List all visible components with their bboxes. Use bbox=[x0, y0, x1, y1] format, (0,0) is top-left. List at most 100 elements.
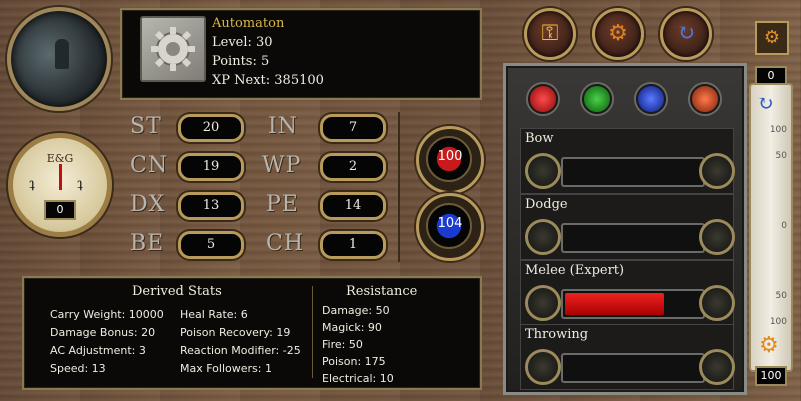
skill-dodge-decrease[interactable] bbox=[525, 219, 561, 255]
gear-icon: ⚙ bbox=[759, 333, 779, 358]
skill-throwing-decrease[interactable] bbox=[525, 349, 561, 385]
stat-be-number: 5 bbox=[206, 237, 216, 252]
key-button[interactable]: ⚿ bbox=[524, 8, 576, 60]
speed: Speed: 13 bbox=[50, 362, 106, 375]
ac-adjustment: AC Adjustment: 3 bbox=[50, 344, 146, 357]
character-portrait[interactable] bbox=[7, 7, 111, 111]
skill-melee-fill bbox=[565, 293, 664, 315]
skill-bow[interactable]: Bow bbox=[520, 128, 735, 194]
character-level: Level: 30 bbox=[212, 35, 273, 50]
skill-dodge-bar bbox=[561, 223, 705, 253]
stat-cn-number: 19 bbox=[202, 159, 220, 174]
heal-rate: Heal Rate: 6 bbox=[180, 308, 248, 321]
derived-stats-panel: Derived Stats Carry Weight: 10000 Damage… bbox=[22, 276, 482, 390]
alignment-gauge: ↻ 100 50 0 50 100 ⚙ bbox=[749, 83, 793, 372]
max-followers: Max Followers: 1 bbox=[180, 362, 272, 375]
stats-divider bbox=[398, 112, 400, 262]
stat-in-number: 7 bbox=[348, 120, 358, 135]
dial-value: 0 bbox=[44, 200, 76, 220]
resistance-list: Damage: 50 Magick: 90 Fire: 50 Poison: 1… bbox=[322, 302, 394, 387]
skill-throwing-bar bbox=[561, 353, 705, 383]
tech-icon: ⚙ bbox=[763, 27, 781, 48]
skills-panel: Bow Dodge Melee (Expert) Throwing bbox=[503, 63, 747, 395]
stat-value-st[interactable]: 20 bbox=[178, 114, 244, 142]
skill-melee-label: Melee (Expert) bbox=[525, 263, 625, 278]
stat-label-ch: CH bbox=[266, 231, 305, 256]
skill-melee[interactable]: Melee (Expert) bbox=[520, 260, 735, 326]
fatigue-orb: 104 bbox=[416, 193, 484, 261]
tick-0: 0 bbox=[781, 221, 787, 231]
character-name: Automaton bbox=[212, 16, 285, 31]
tick-100-bottom: 100 bbox=[769, 317, 787, 327]
skill-dodge-increase[interactable] bbox=[699, 219, 735, 255]
skill-throwing-increase[interactable] bbox=[699, 349, 735, 385]
key-icon: ⚿ bbox=[541, 21, 559, 46]
shield-icon[interactable] bbox=[528, 84, 558, 114]
stat-value-in[interactable]: 7 bbox=[320, 114, 386, 142]
tick-50-top: 50 bbox=[775, 151, 787, 161]
stat-label-in: IN bbox=[268, 114, 298, 139]
gear-button[interactable]: ⚙ bbox=[592, 8, 644, 60]
stat-dx-number: 13 bbox=[202, 198, 220, 213]
gear-icon bbox=[140, 16, 206, 82]
skill-dodge[interactable]: Dodge bbox=[520, 194, 735, 260]
tech-button[interactable]: ⚙ bbox=[755, 21, 789, 55]
cycle-icon: ↻ bbox=[676, 21, 696, 46]
portrait-figure bbox=[55, 39, 69, 69]
skill-melee-decrease[interactable] bbox=[525, 285, 561, 321]
fatigue-value: 104 bbox=[437, 216, 463, 231]
alignment-bottom-value: 100 bbox=[755, 366, 787, 386]
resist-magick: Magick: 90 bbox=[322, 321, 382, 334]
stat-label-dx: DX bbox=[130, 192, 166, 217]
skill-bow-decrease[interactable] bbox=[525, 153, 561, 189]
stat-value-wp[interactable]: 2 bbox=[320, 153, 386, 181]
skill-melee-bar bbox=[561, 289, 705, 319]
skill-throwing[interactable]: Throwing bbox=[520, 324, 735, 390]
dial-right-mark: ʇ bbox=[77, 176, 83, 192]
mask-icon[interactable] bbox=[582, 84, 612, 114]
stat-value-be[interactable]: 5 bbox=[178, 231, 244, 259]
resist-damage: Damage: 50 bbox=[322, 304, 390, 317]
book-icon[interactable] bbox=[636, 84, 666, 114]
damage-bonus: Damage Bonus: 20 bbox=[50, 326, 156, 339]
reaction-modifier: Reaction Modifier: -25 bbox=[180, 344, 301, 357]
resist-electrical: Electrical: 10 bbox=[322, 372, 394, 385]
cycle-icon: ↻ bbox=[757, 91, 774, 115]
character-points: Points: 5 bbox=[212, 54, 270, 69]
resist-fire: Fire: 50 bbox=[322, 338, 363, 351]
stat-label-wp: WP bbox=[262, 153, 302, 178]
stat-value-pe[interactable]: 14 bbox=[320, 192, 386, 220]
stat-label-pe: PE bbox=[266, 192, 299, 217]
skill-bow-bar bbox=[561, 157, 705, 187]
derived-col2: Heal Rate: 6 Poison Recovery: 19 Reactio… bbox=[180, 306, 301, 378]
carry-weight: Carry Weight: 10000 bbox=[50, 308, 164, 321]
stat-label-st: ST bbox=[130, 114, 162, 139]
skill-melee-increase[interactable] bbox=[699, 285, 735, 321]
stat-wp-number: 2 bbox=[348, 159, 358, 174]
skill-throwing-label: Throwing bbox=[525, 327, 589, 342]
stat-st-number: 20 bbox=[202, 120, 220, 135]
gear-icon[interactable] bbox=[690, 84, 720, 114]
stat-value-ch[interactable]: 1 bbox=[320, 231, 386, 259]
derived-divider bbox=[312, 286, 313, 378]
stat-pe-number: 14 bbox=[344, 198, 362, 213]
eg-dial: E&G ʇ ʇ 0 bbox=[8, 133, 112, 237]
dial-left-mark: ʇ bbox=[29, 176, 35, 192]
derived-col1: Carry Weight: 10000 Damage Bonus: 20 AC … bbox=[50, 306, 164, 378]
stat-value-cn[interactable]: 19 bbox=[178, 153, 244, 181]
stat-label-be: BE bbox=[130, 231, 165, 256]
gear-icon: ⚙ bbox=[608, 21, 628, 46]
skill-bow-label: Bow bbox=[525, 131, 554, 146]
character-xp-next: XP Next: 385100 bbox=[212, 73, 324, 88]
stat-label-cn: CN bbox=[130, 153, 169, 178]
poison-recovery: Poison Recovery: 19 bbox=[180, 326, 291, 339]
resist-poison: Poison: 175 bbox=[322, 355, 386, 368]
cycle-button[interactable]: ↻ bbox=[660, 8, 712, 60]
tick-50-bottom: 50 bbox=[775, 291, 787, 301]
stat-ch-number: 1 bbox=[348, 237, 358, 252]
stat-value-dx[interactable]: 13 bbox=[178, 192, 244, 220]
health-value: 100 bbox=[437, 149, 463, 164]
skill-dodge-label: Dodge bbox=[525, 197, 568, 212]
tick-100-top: 100 bbox=[769, 125, 787, 135]
skill-bow-increase[interactable] bbox=[699, 153, 735, 189]
